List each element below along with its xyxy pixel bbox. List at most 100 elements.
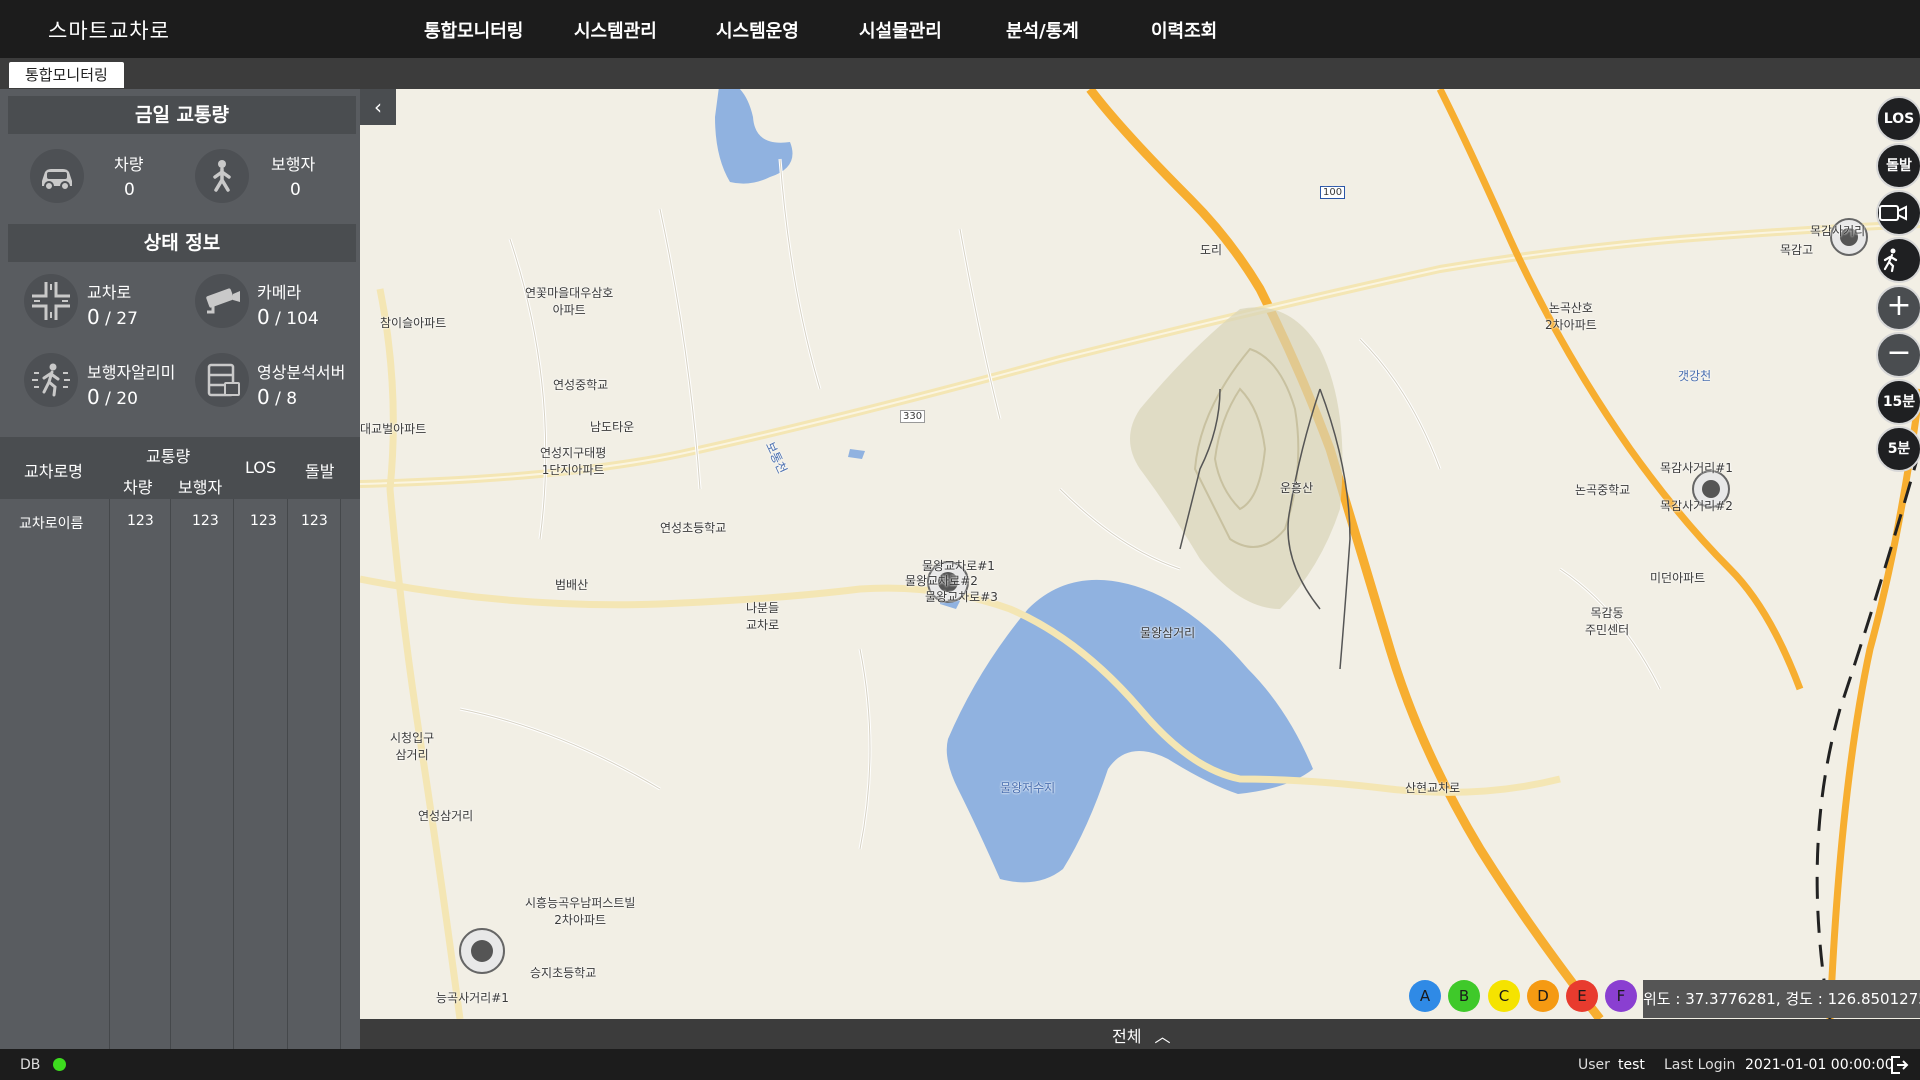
map-label: 연성삼거리 xyxy=(418,809,474,823)
pedestrian-alert-current: 0 xyxy=(87,385,100,409)
coordinates-readout: 위도 : 37.3776281, 경도 : 126.8501275 xyxy=(1643,980,1920,1018)
video-camera-icon xyxy=(1879,205,1907,221)
pedestrian-label: 보행자 xyxy=(271,155,316,174)
status-info-header: 상태 정보 xyxy=(8,224,356,262)
incident-toggle-button[interactable]: 돌발 xyxy=(1876,143,1920,189)
server-total: 8 xyxy=(286,389,298,409)
vehicle-label: 차량 xyxy=(114,155,144,174)
cell-los: 123 xyxy=(250,513,277,529)
los-c-filter[interactable]: C xyxy=(1488,980,1520,1012)
los-b-filter[interactable]: B xyxy=(1448,980,1480,1012)
last-login-value: 2021-01-01 00:00:00 xyxy=(1745,1057,1894,1073)
pedestrian-alert-label: 보행자알리미 xyxy=(87,363,176,382)
cell-intersection-name: 교차로이름 xyxy=(19,516,84,532)
table-header: 교차로명 교통량 차량 보행자 LOS 돌발 xyxy=(0,437,360,499)
map-label: 승지초등학교 xyxy=(530,966,597,980)
user-name: test xyxy=(1618,1057,1645,1073)
car-icon xyxy=(30,149,84,203)
user-label: User xyxy=(1578,1057,1610,1073)
bottom-toggle-strip: 전체 ︿ xyxy=(360,1019,1920,1049)
last-login-label: Last Login xyxy=(1664,1057,1736,1073)
walking-person-icon xyxy=(1883,248,1898,273)
today-traffic-header: 금일 교통량 xyxy=(8,96,356,134)
intersection-label: 교차로 xyxy=(87,283,132,302)
los-toggle-button[interactable]: LOS xyxy=(1876,96,1920,142)
camera-ratio: 0 / 104 xyxy=(257,305,319,329)
nav-analysis-statistics[interactable]: 분석/통계 xyxy=(1006,17,1079,43)
camera-current: 0 xyxy=(257,305,270,329)
db-status-indicator xyxy=(53,1058,66,1071)
tab-strip: 통합모니터링 xyxy=(0,58,1920,89)
intersection-marker-icon[interactable] xyxy=(1693,471,1729,507)
th-incident[interactable]: 돌발 xyxy=(305,458,334,482)
intersection-traffic-table: 교차로명 교통량 차량 보행자 LOS 돌발 교차로이름 123 123 123… xyxy=(0,437,360,1049)
pedestrian-alert-icon xyxy=(24,353,78,407)
map-label: 운흥산 xyxy=(1280,481,1314,495)
camera-label: 카메라 xyxy=(257,283,302,302)
th-los[interactable]: LOS xyxy=(245,458,276,477)
intersection-marker-icon[interactable] xyxy=(1831,219,1867,255)
panel-collapse-button[interactable]: ‹ xyxy=(360,89,396,125)
los-f-filter[interactable]: F xyxy=(1605,980,1637,1012)
server-current: 0 xyxy=(257,385,270,409)
top-navigation-bar: 스마트교차로 통합모니터링 시스템관리 시스템운영 시설물관리 분석/통계 이력… xyxy=(0,0,1920,58)
map-label: 논곡중학교 xyxy=(1575,483,1631,497)
db-label: DB xyxy=(20,1057,41,1073)
camera-toggle-button[interactable] xyxy=(1876,190,1920,236)
vehicle-count: 0 xyxy=(124,180,135,200)
show-all-label: 전체 xyxy=(1112,1027,1142,1046)
map-label: 도리 xyxy=(1200,243,1223,257)
map-label: 미던아파트 xyxy=(1650,571,1706,585)
nav-history[interactable]: 이력조회 xyxy=(1151,17,1217,43)
los-a-filter[interactable]: A xyxy=(1409,980,1441,1012)
map-view[interactable]: 참이슬아파트 연꽃마을대우삼호 아파트 연성중학교 남도타운 연성지구태평 1단… xyxy=(360,89,1920,1019)
map-label: 물왕저수지 xyxy=(1000,781,1056,795)
nav-facility-management[interactable]: 시설물관리 xyxy=(859,17,942,43)
map-label: 산현교차로 xyxy=(1405,781,1461,795)
camera-total: 104 xyxy=(286,309,319,329)
zoom-out-button[interactable]: − xyxy=(1876,332,1920,378)
map-label: 나분들 교차로 xyxy=(746,601,780,632)
pedestrian-alert-total: 20 xyxy=(116,389,138,409)
intersection-marker-icon[interactable] xyxy=(460,929,504,973)
map-label: 목감고 xyxy=(1780,243,1814,257)
zoom-in-button[interactable]: + xyxy=(1876,285,1920,331)
intersection-current: 0 xyxy=(87,305,100,329)
tab-integrated-monitoring[interactable]: 통합모니터링 xyxy=(9,62,124,88)
cctv-icon xyxy=(195,274,249,328)
map-label: 능곡사거리#1 xyxy=(436,991,509,1005)
map-base-layer xyxy=(360,89,1920,1019)
logout-icon[interactable] xyxy=(1888,1054,1910,1076)
server-icon xyxy=(195,353,249,407)
intersection-ratio: 0 / 27 xyxy=(87,305,138,329)
nav-system-management[interactable]: 시스템관리 xyxy=(574,17,657,43)
column-divider xyxy=(340,499,341,1049)
pedestrian-count: 0 xyxy=(290,180,301,200)
column-divider xyxy=(233,499,234,1049)
show-all-toggle[interactable]: 전체 ︿ xyxy=(1112,1023,1171,1047)
app-title[interactable]: 스마트교차로 xyxy=(48,15,170,45)
map-label: 참이슬아파트 xyxy=(380,316,447,330)
map-label: 시청입구 삼거리 xyxy=(390,731,435,762)
th-pedestrian[interactable]: 보행자 xyxy=(178,474,222,498)
los-e-filter[interactable]: E xyxy=(1566,980,1598,1012)
th-vehicle[interactable]: 차량 xyxy=(123,474,152,498)
chevron-left-icon: ‹ xyxy=(374,95,382,119)
map-label: 목감동 주민센터 xyxy=(1585,606,1630,637)
los-d-filter[interactable]: D xyxy=(1527,980,1559,1012)
nav-system-operation[interactable]: 시스템운영 xyxy=(716,17,799,43)
map-label: 연성지구태평 1단지아파트 xyxy=(540,446,607,477)
pedestrian-alert-ratio: 0 / 20 xyxy=(87,385,138,409)
pedestrian-toggle-button[interactable] xyxy=(1876,237,1920,283)
interval-5min-button[interactable]: 5분 xyxy=(1876,426,1920,472)
th-intersection-name[interactable]: 교차로명 xyxy=(24,458,83,482)
nav-integrated-monitoring[interactable]: 통합모니터링 xyxy=(424,17,523,43)
intersection-marker-icon[interactable] xyxy=(928,562,968,602)
cell-pedestrian: 123 xyxy=(192,513,219,529)
column-divider xyxy=(170,499,171,1049)
interval-15min-button[interactable]: 15분 xyxy=(1876,379,1920,425)
map-label: 연성초등학교 xyxy=(660,521,727,535)
status-bar: DB User test Last Login 2021-01-01 00:00… xyxy=(0,1049,1920,1080)
chevron-up-icon: ︿ xyxy=(1154,1027,1171,1046)
map-label: 논곡산호 2차아파트 xyxy=(1545,301,1597,332)
